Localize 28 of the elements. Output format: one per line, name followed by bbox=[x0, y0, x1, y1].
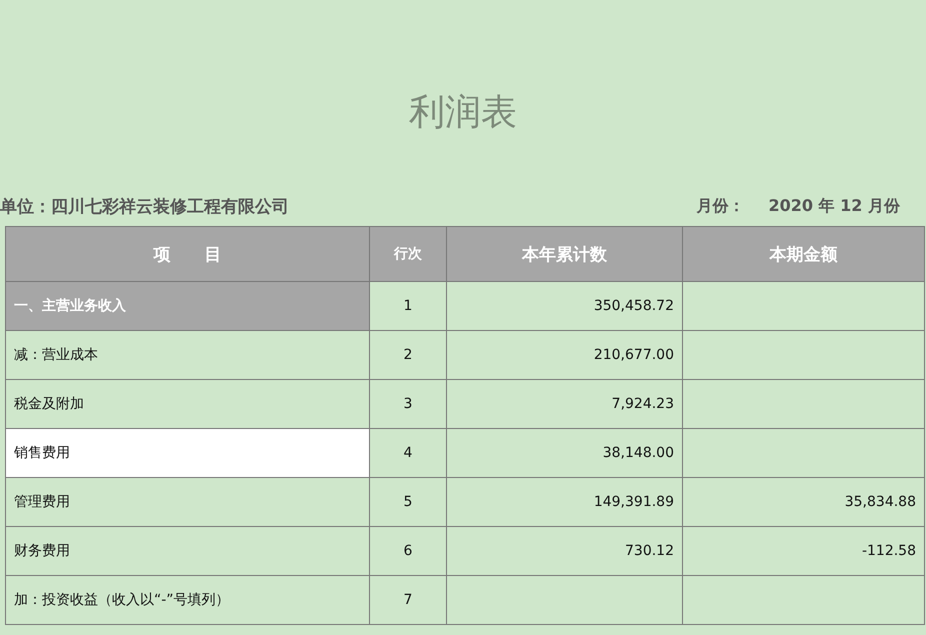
table-cell: 38,148.00 bbox=[446, 428, 682, 478]
column-header: 项 目 bbox=[6, 226, 370, 282]
sheet-title: 利润表 bbox=[409, 91, 517, 135]
column-header: 本期金额 bbox=[682, 226, 924, 282]
table-cell: 1 bbox=[370, 282, 446, 330]
table-cell: 149,391.89 bbox=[446, 478, 682, 526]
table-cell[interactable]: 财务费用 bbox=[6, 526, 370, 576]
table-cell: 4 bbox=[370, 428, 446, 478]
table-cell: 5 bbox=[370, 478, 446, 526]
company-unit: 单位：四川七彩祥云装修工程有限公司 bbox=[0, 196, 289, 218]
table-cell: 730.12 bbox=[446, 526, 682, 576]
table-cell: 7,924.23 bbox=[446, 380, 682, 428]
table-cell: 350,458.72 bbox=[446, 282, 682, 330]
column-header: 行次 bbox=[370, 226, 446, 282]
column-header: 本年累计数 bbox=[446, 226, 682, 282]
table-cell[interactable]: 减：营业成本 bbox=[6, 330, 370, 380]
table-cell: -112.58 bbox=[682, 526, 924, 576]
month-label: 月份： bbox=[696, 196, 744, 216]
table-cell[interactable]: 销售费用 bbox=[6, 428, 370, 478]
table-cell: 210,677.00 bbox=[446, 330, 682, 380]
table-cell: 2 bbox=[370, 330, 446, 380]
table-cell: 6 bbox=[370, 526, 446, 576]
month-value: 2020 年 12 月份 bbox=[768, 196, 900, 216]
table-cell[interactable]: 加：投资收益（收入以“-”号填列） bbox=[6, 576, 370, 624]
table-cell: 7 bbox=[370, 576, 446, 624]
table-cell: 3 bbox=[370, 380, 446, 428]
table-cell: 35,834.88 bbox=[682, 478, 924, 526]
table-cell[interactable]: 管理费用 bbox=[6, 478, 370, 526]
